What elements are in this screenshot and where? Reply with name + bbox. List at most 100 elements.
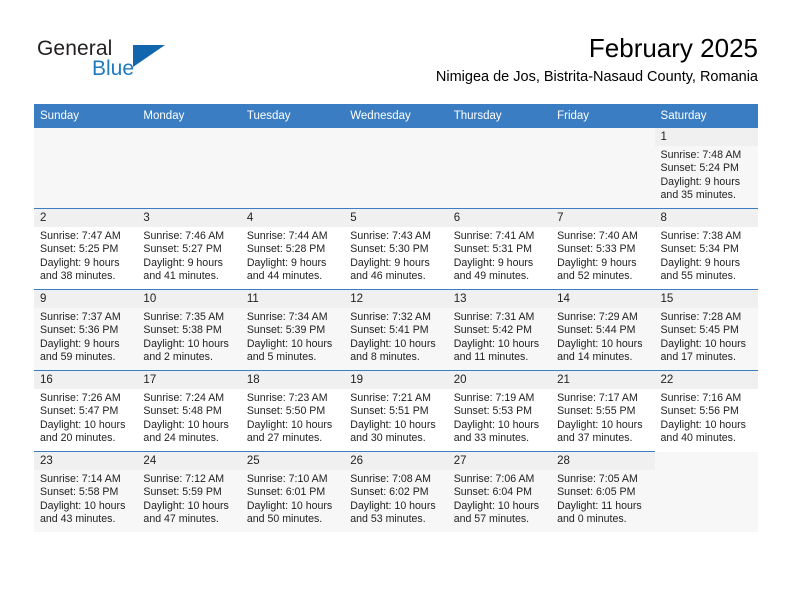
calendar-day-cell[interactable]: 1 Sunrise: 7:48 AM Sunset: 5:24 PM Daylight…	[654, 127, 758, 209]
detail-daylight-1: Daylight: 10 hours	[143, 418, 229, 431]
day-number: 27	[447, 452, 552, 470]
day-details: Sunrise: 7:05 AM Sunset: 6:05 PM Daylight:…	[551, 470, 654, 527]
calendar-day-cell[interactable]: 18 Sunrise: 7:23 AM Sunset: 5:50 PM Dayligh…	[240, 370, 345, 452]
detail-sunset: Sunset: 5:53 PM	[453, 405, 533, 418]
detail-sunrise: Sunrise: 7:32 AM	[350, 311, 431, 323]
detail-sunrise: Sunrise: 7:43 AM	[350, 230, 431, 242]
detail-sunrise: Sunrise: 7:17 AM	[557, 392, 638, 404]
calendar-day-cell[interactable]: 6 Sunrise: 7:41 AM Sunset: 5:31 PM Daylight…	[447, 208, 552, 290]
calendar-day-cell[interactable]: 11 Sunrise: 7:34 AM Sunset: 5:39 PM Dayligh…	[240, 289, 345, 371]
day-details: Sunrise: 7:14 AM Sunset: 5:58 PM Daylight:…	[34, 470, 137, 527]
day-number: 14	[551, 290, 655, 308]
day-number: 1	[654, 128, 758, 146]
detail-daylight-1: Daylight: 10 hours	[143, 499, 229, 512]
detail-sunrise: Sunrise: 7:10 AM	[246, 473, 328, 485]
detail-sunrise: Sunrise: 7:23 AM	[246, 392, 328, 404]
calendar-day-cell[interactable]: 25 Sunrise: 7:10 AM Sunset: 6:01 PM Dayligh…	[240, 451, 345, 532]
weekday-header-friday: Friday	[551, 104, 655, 128]
calendar-day-cell[interactable]: 28 Sunrise: 7:05 AM Sunset: 6:05 PM Dayligh…	[551, 451, 655, 532]
detail-sunset: Sunset: 5:41 PM	[350, 324, 429, 337]
detail-daylight-2: and 0 minutes.	[557, 513, 627, 526]
detail-sunrise: Sunrise: 7:06 AM	[453, 473, 535, 485]
detail-daylight-1: Daylight: 10 hours	[350, 337, 436, 350]
detail-daylight-1: Daylight: 10 hours	[350, 418, 436, 431]
day-details: Sunrise: 7:38 AM Sunset: 5:34 PM Daylight:…	[655, 227, 758, 284]
calendar-day-cell[interactable]: 4 Sunrise: 7:44 AM Sunset: 5:28 PM Daylight…	[240, 208, 345, 290]
detail-sunset: Sunset: 5:27 PM	[143, 243, 222, 256]
day-details: Sunrise: 7:21 AM Sunset: 5:51 PM Daylight:…	[344, 389, 447, 446]
day-number: 10	[137, 290, 241, 308]
detail-daylight-2: and 52 minutes.	[557, 270, 633, 283]
calendar-day-cell[interactable]: 12 Sunrise: 7:32 AM Sunset: 5:41 PM Dayligh…	[344, 289, 448, 371]
page-header: General Blue February 2025 Nimigea de Jo…	[34, 32, 758, 100]
detail-sunset: Sunset: 5:39 PM	[246, 324, 326, 337]
detail-sunset: Sunset: 6:02 PM	[350, 486, 429, 499]
calendar-day-cell[interactable]: 13 Sunrise: 7:31 AM Sunset: 5:42 PM Dayligh…	[447, 289, 552, 371]
weekday-header-saturday: Saturday	[654, 104, 758, 128]
calendar-cell-empty	[551, 127, 655, 209]
day-number: 2	[34, 209, 138, 227]
weekday-header-wednesday: Wednesday	[344, 104, 448, 128]
detail-sunrise: Sunrise: 7:05 AM	[557, 473, 638, 485]
detail-sunset: Sunset: 5:45 PM	[660, 324, 739, 337]
detail-sunset: Sunset: 5:34 PM	[660, 243, 739, 256]
day-details: Sunrise: 7:06 AM Sunset: 6:04 PM Daylight:…	[448, 470, 551, 527]
detail-daylight-1: Daylight: 9 hours	[143, 256, 223, 269]
detail-daylight-1: Daylight: 10 hours	[453, 337, 540, 350]
detail-daylight-1: Daylight: 9 hours	[660, 175, 741, 188]
day-details: Sunrise: 7:47 AM Sunset: 5:25 PM Daylight:…	[34, 227, 137, 284]
calendar-day-cell[interactable]: 10 Sunrise: 7:35 AM Sunset: 5:38 PM Dayligh…	[137, 289, 241, 371]
calendar-day-cell[interactable]: 9 Sunrise: 7:37 AM Sunset: 5:36 PM Daylight…	[34, 289, 138, 371]
calendar-day-cell[interactable]: 2 Sunrise: 7:47 AM Sunset: 5:25 PM Daylight…	[34, 208, 138, 290]
weekday-header-row: Sunday Monday Tuesday Wednesday Thursday…	[34, 104, 758, 128]
calendar-day-cell[interactable]: 17 Sunrise: 7:24 AM Sunset: 5:48 PM Dayligh…	[137, 370, 241, 452]
day-details: Sunrise: 7:29 AM Sunset: 5:44 PM Daylight:…	[551, 308, 654, 365]
day-details: Sunrise: 7:23 AM Sunset: 5:50 PM Daylight:…	[241, 389, 344, 446]
calendar-day-cell[interactable]: 7 Sunrise: 7:40 AM Sunset: 5:33 PM Daylight…	[551, 208, 655, 290]
detail-daylight-1: Daylight: 10 hours	[40, 499, 126, 512]
detail-daylight-1: Daylight: 11 hours	[557, 499, 642, 512]
calendar-day-cell[interactable]: 22 Sunrise: 7:16 AM Sunset: 5:56 PM Dayligh…	[654, 370, 758, 452]
detail-daylight-1: Daylight: 10 hours	[246, 337, 333, 350]
calendar-day-cell[interactable]: 14 Sunrise: 7:29 AM Sunset: 5:44 PM Dayligh…	[551, 289, 655, 371]
detail-daylight-1: Daylight: 9 hours	[40, 256, 120, 269]
calendar-day-cell[interactable]: 24 Sunrise: 7:12 AM Sunset: 5:59 PM Dayligh…	[137, 451, 241, 532]
detail-sunset: Sunset: 5:50 PM	[246, 405, 326, 418]
calendar-day-cell[interactable]: 26 Sunrise: 7:08 AM Sunset: 6:02 PM Dayligh…	[344, 451, 448, 532]
general-blue-logo[interactable]: General Blue	[37, 37, 217, 93]
calendar-day-cell[interactable]: 19 Sunrise: 7:21 AM Sunset: 5:51 PM Dayligh…	[344, 370, 448, 452]
calendar-day-cell[interactable]: 3 Sunrise: 7:46 AM Sunset: 5:27 PM Daylight…	[137, 208, 241, 290]
day-number: 11	[240, 290, 345, 308]
detail-sunrise: Sunrise: 7:28 AM	[660, 311, 742, 323]
detail-daylight-2: and 40 minutes.	[660, 432, 736, 445]
detail-daylight-2: and 35 minutes.	[660, 189, 736, 202]
calendar-day-cell[interactable]: 27 Sunrise: 7:06 AM Sunset: 6:04 PM Dayligh…	[447, 451, 552, 532]
detail-daylight-1: Daylight: 9 hours	[40, 337, 120, 350]
detail-sunset: Sunset: 6:01 PM	[246, 486, 326, 499]
detail-daylight-2: and 57 minutes.	[453, 513, 530, 526]
detail-daylight-2: and 11 minutes.	[453, 351, 529, 364]
calendar-day-cell[interactable]: 5 Sunrise: 7:43 AM Sunset: 5:30 PM Daylight…	[344, 208, 448, 290]
calendar-day-cell[interactable]: 15 Sunrise: 7:28 AM Sunset: 5:45 PM Dayligh…	[654, 289, 758, 371]
day-number: 8	[654, 209, 758, 227]
calendar-day-cell[interactable]: 21 Sunrise: 7:17 AM Sunset: 5:55 PM Dayligh…	[551, 370, 655, 452]
day-number: 28	[551, 452, 655, 470]
detail-sunrise: Sunrise: 7:08 AM	[350, 473, 431, 485]
calendar-day-cell[interactable]: 23 Sunrise: 7:14 AM Sunset: 5:58 PM Dayligh…	[34, 451, 138, 532]
detail-daylight-1: Daylight: 10 hours	[143, 337, 229, 350]
detail-sunrise: Sunrise: 7:12 AM	[143, 473, 225, 485]
detail-sunset: Sunset: 5:28 PM	[246, 243, 326, 256]
detail-sunrise: Sunrise: 7:16 AM	[660, 392, 742, 404]
location-subtitle: Nimigea de Jos, Bistrita-Nasaud County, …	[435, 69, 758, 85]
calendar-day-cell[interactable]: 16 Sunrise: 7:26 AM Sunset: 5:47 PM Dayligh…	[34, 370, 138, 452]
detail-daylight-2: and 49 minutes.	[453, 270, 530, 283]
detail-sunrise: Sunrise: 7:35 AM	[143, 311, 225, 323]
detail-daylight-1: Daylight: 10 hours	[660, 418, 746, 431]
detail-sunset: Sunset: 6:04 PM	[453, 486, 533, 499]
calendar-day-cell[interactable]: 8 Sunrise: 7:38 AM Sunset: 5:34 PM Daylight…	[654, 208, 758, 290]
detail-daylight-2: and 44 minutes.	[246, 270, 323, 283]
detail-sunrise: Sunrise: 7:29 AM	[557, 311, 638, 323]
day-details: Sunrise: 7:44 AM Sunset: 5:28 PM Daylight:…	[241, 227, 344, 284]
day-number: 4	[240, 209, 345, 227]
calendar-day-cell[interactable]: 20 Sunrise: 7:19 AM Sunset: 5:53 PM Dayligh…	[447, 370, 552, 452]
